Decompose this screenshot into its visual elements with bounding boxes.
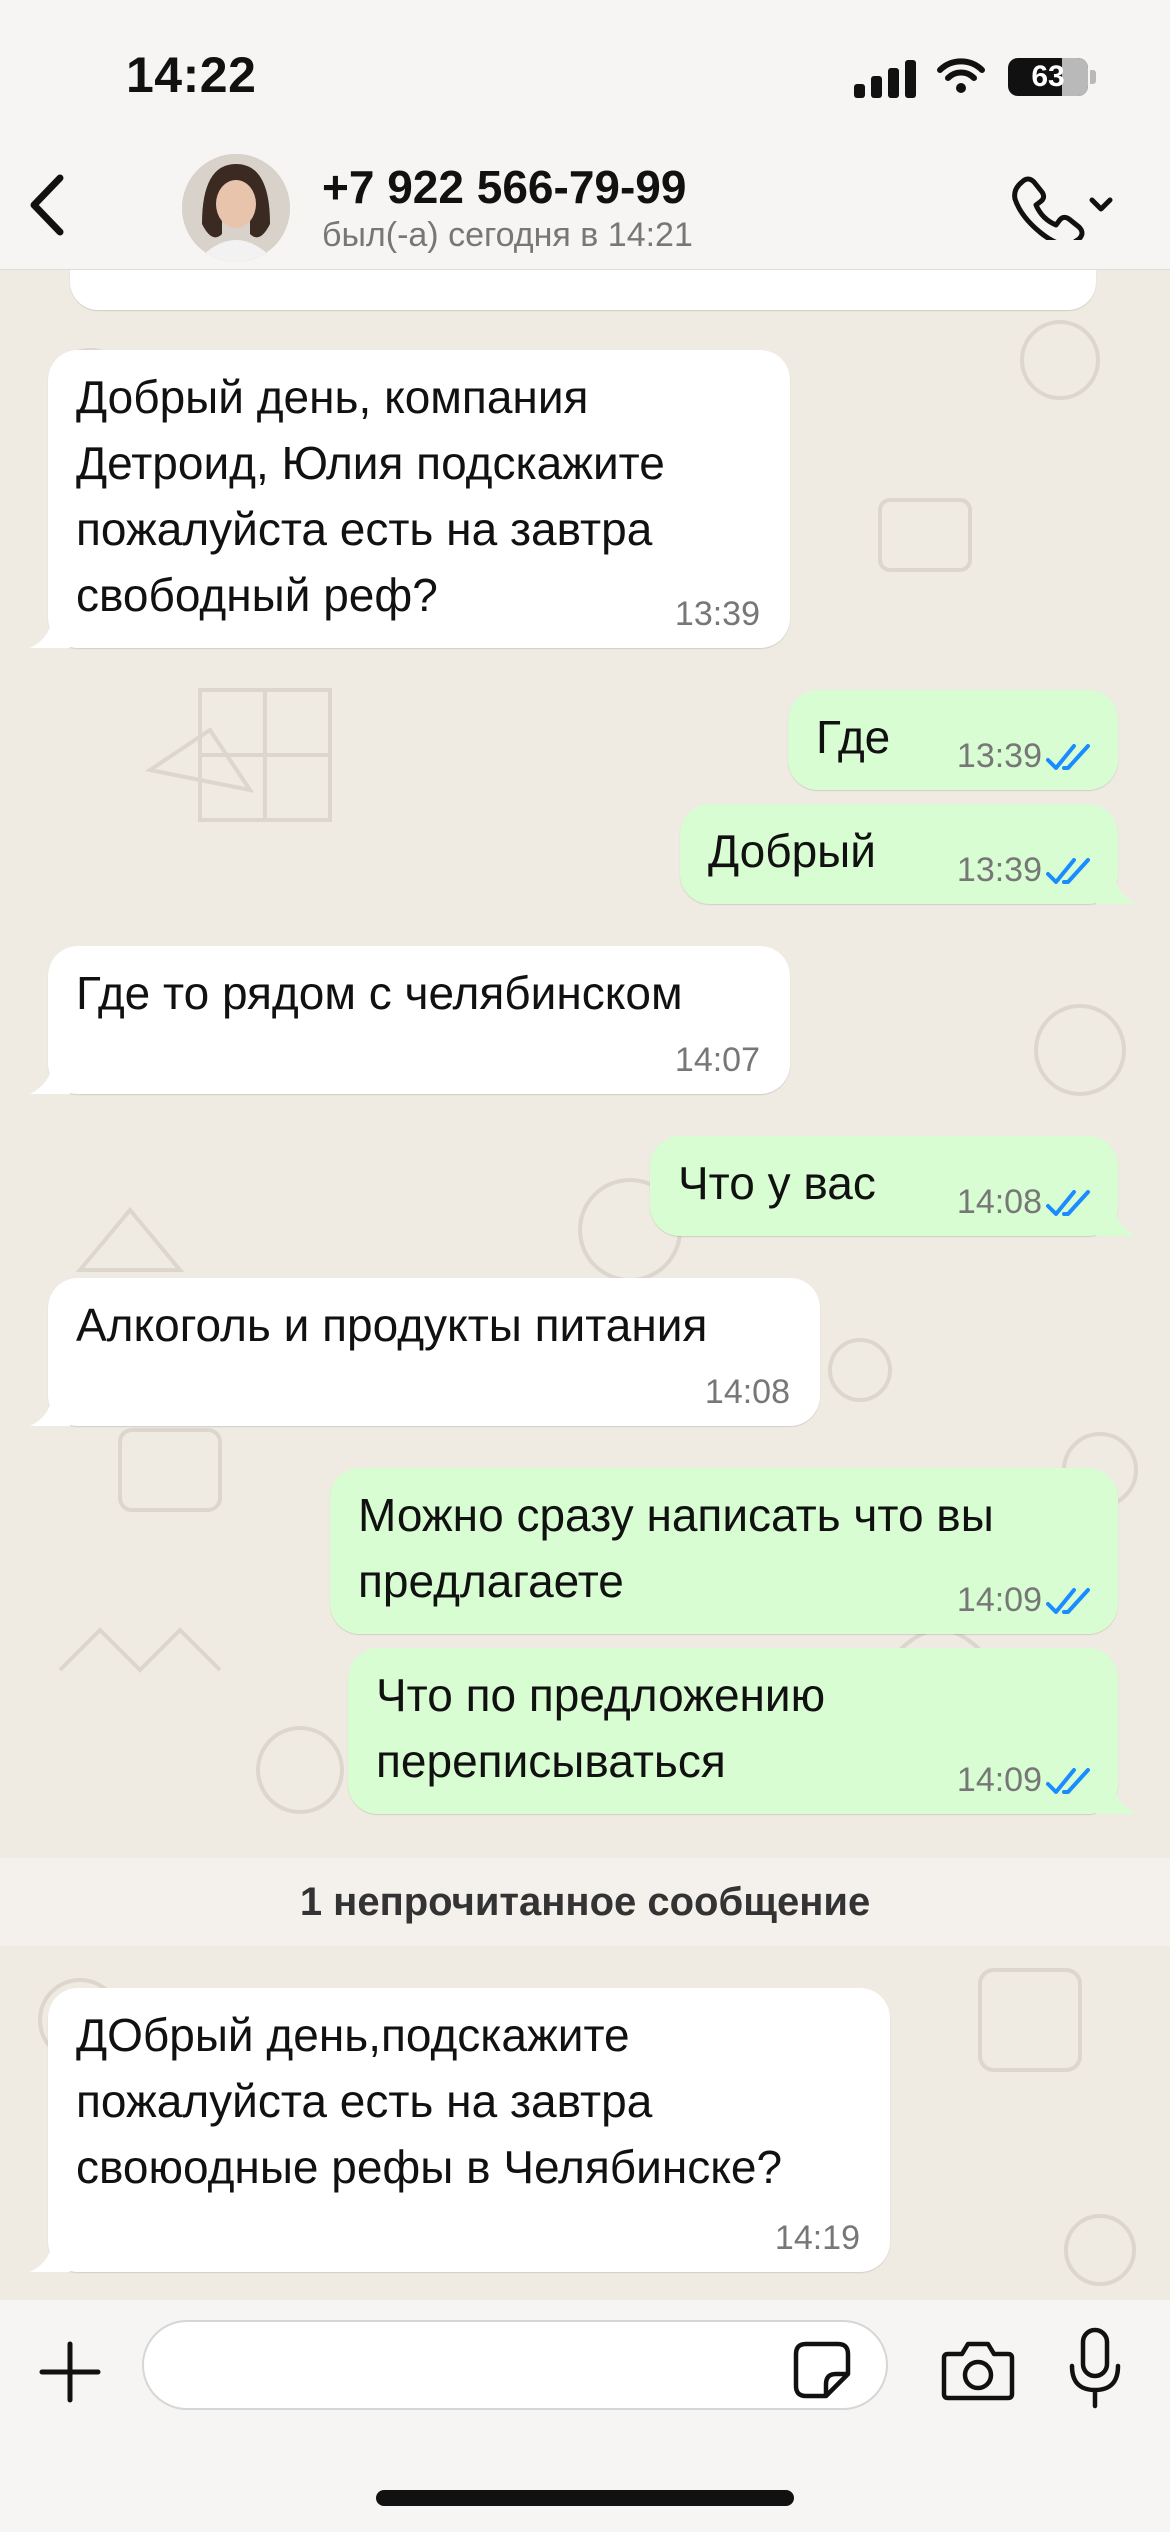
message-time: 13:39 <box>956 737 1042 775</box>
message-time: 14:07 <box>674 1041 760 1079</box>
message-outgoing[interactable]: Что у вас 14:08 <box>650 1136 1118 1236</box>
read-ticks-icon <box>1046 1190 1090 1216</box>
message-text: Добрый <box>708 825 876 877</box>
read-ticks-icon <box>1046 744 1090 770</box>
message-text: ДОбрый день,подскажите пожалуйста есть н… <box>76 2009 783 2193</box>
message-text: Что у вас <box>678 1157 876 1209</box>
bubble-tail <box>30 1396 70 1426</box>
message-outgoing[interactable]: Что по предложению переписываться 14:09 <box>348 1648 1118 1814</box>
message-text: Алкоголь и продукты питания <box>76 1299 708 1351</box>
read-ticks-icon <box>1046 858 1090 884</box>
bubble-tail <box>30 618 70 648</box>
cellular-signal-icon <box>854 58 916 98</box>
message-time: 14:08 <box>956 1183 1042 1221</box>
plus-icon[interactable] <box>38 2340 102 2404</box>
camera-icon[interactable] <box>940 2336 1016 2404</box>
message-incoming[interactable]: Алкоголь и продукты питания 14:08 <box>48 1278 820 1426</box>
battery-icon: 63 <box>1008 58 1088 96</box>
contact-name[interactable]: +7 922 566-79-99 <box>322 160 686 214</box>
bubble-tail <box>30 2242 70 2272</box>
status-time: 14:22 <box>126 47 257 103</box>
message-time: 14:19 <box>774 2219 860 2257</box>
message-text: Можно сразу написать что вы предлагаете <box>358 1489 994 1607</box>
battery-level: 63 <box>1031 60 1065 93</box>
message-text: Где то рядом с челябинском <box>76 967 683 1019</box>
message-outgoing[interactable]: Добрый 13:39 <box>680 804 1118 904</box>
message-time: 14:09 <box>956 1581 1042 1619</box>
message-outgoing[interactable]: Где 13:39 <box>788 690 1118 790</box>
bubble-tail <box>1096 1206 1136 1236</box>
chat-screen: 14:22 63 +7 922 566-79-99 был(-а) сегодн… <box>0 0 1170 2532</box>
chevron-left-icon[interactable] <box>22 172 72 238</box>
contact-last-seen: был(-а) сегодня в 14:21 <box>322 216 693 254</box>
chat-header: +7 922 566-79-99 был(-а) сегодня в 14:21 <box>0 150 1170 270</box>
message-text: Что по предложению переписываться <box>376 1669 826 1787</box>
battery-cap <box>1090 70 1096 84</box>
phone-icon[interactable] <box>1008 170 1116 240</box>
sticker-icon[interactable] <box>792 2340 852 2400</box>
message-incoming[interactable]: Где то рядом с челябинском 14:07 <box>48 946 790 1094</box>
avatar[interactable] <box>182 154 290 262</box>
bubble-tail <box>30 1064 70 1094</box>
message-time: 14:09 <box>956 1761 1042 1799</box>
home-indicator[interactable] <box>376 2490 794 2506</box>
status-bar: 14:22 63 <box>0 0 1170 150</box>
message-outgoing[interactable]: Можно сразу написать что вы предлагаете … <box>330 1468 1118 1634</box>
wifi-icon <box>937 58 985 93</box>
unread-messages-banner: 1 непрочитанное сообщение <box>0 1858 1170 1946</box>
bubble-tail <box>1096 874 1136 904</box>
message-text: Добрый день, компания Детроид, Юлия подс… <box>76 371 665 621</box>
message-time: 13:39 <box>956 851 1042 889</box>
read-ticks-icon <box>1046 1768 1090 1794</box>
message-incoming[interactable]: ДОбрый день,подскажите пожалуйста есть н… <box>48 1988 890 2272</box>
previous-message-cut <box>70 270 1096 310</box>
message-text: Где <box>816 711 891 763</box>
message-input[interactable] <box>142 2320 888 2410</box>
microphone-icon[interactable] <box>1066 2326 1124 2412</box>
message-incoming[interactable]: Добрый день, компания Детроид, Юлия подс… <box>48 350 790 648</box>
bubble-tail <box>1096 1784 1136 1814</box>
read-ticks-icon <box>1046 1588 1090 1614</box>
message-time: 14:08 <box>704 1373 790 1411</box>
message-time: 13:39 <box>674 595 760 633</box>
